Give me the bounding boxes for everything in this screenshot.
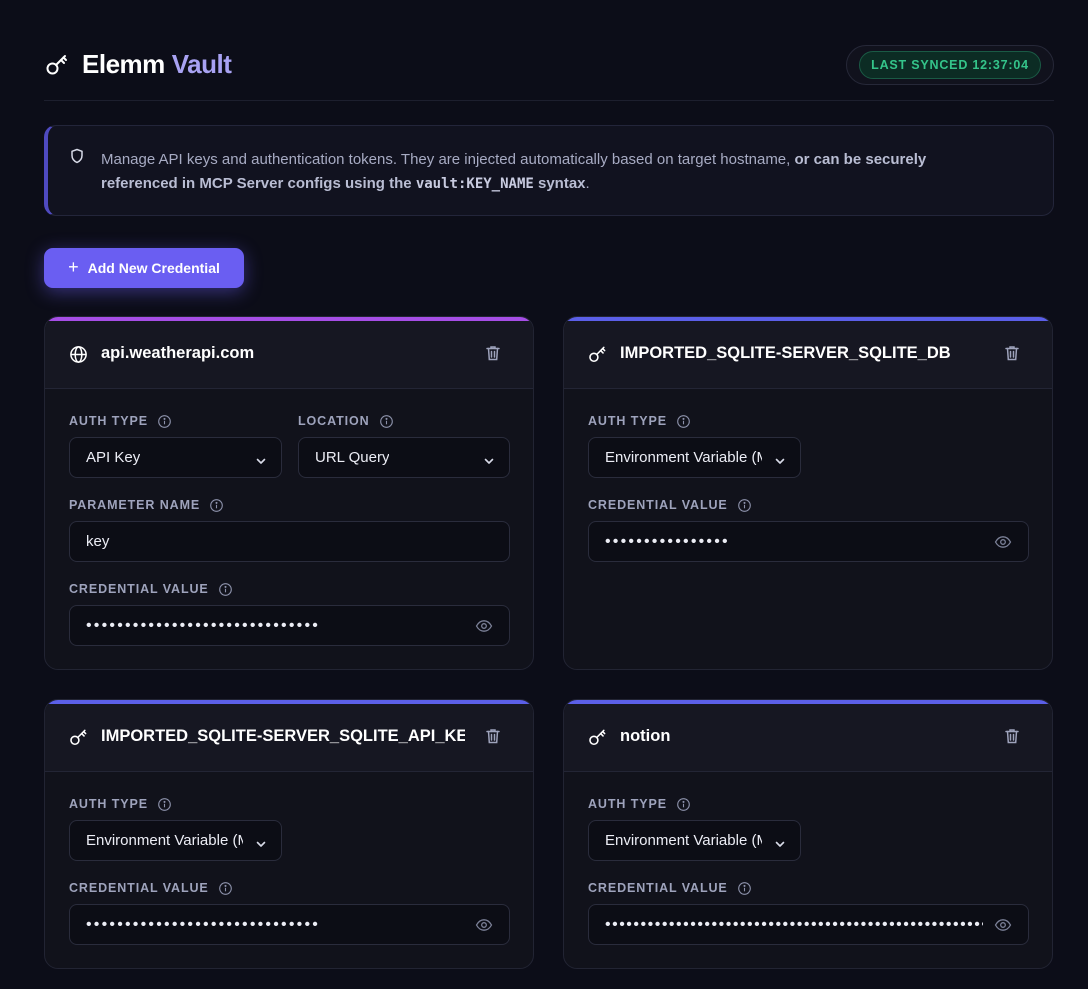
card-header: IMPORTED_SQLITE-SERVER_SQLITE_API_KEY [45, 704, 533, 772]
auth-type-label: AUTH TYPE [69, 414, 171, 428]
credential-title: IMPORTED_SQLITE-SERVER_SQLITE_API_KEY [101, 727, 465, 745]
credential-value-masked: •••••••••••••••••••••••••••••• [86, 915, 321, 933]
card-header: notion [564, 704, 1052, 772]
key-icon [587, 344, 607, 364]
credential-value-label: CREDENTIAL VALUE [588, 498, 751, 512]
auth-type-value: Environment Variable (MCP) [605, 832, 762, 849]
credential-value-label-text: CREDENTIAL VALUE [69, 582, 209, 596]
auth-type-label: AUTH TYPE [588, 797, 690, 811]
auth-type-select[interactable]: API Key [69, 437, 282, 478]
location-label: LOCATION [298, 414, 393, 428]
add-credential-button[interactable]: + Add New Credential [44, 248, 244, 288]
info-notice: Manage API keys and authentication token… [44, 125, 1054, 216]
trash-icon[interactable] [1005, 728, 1021, 746]
auth-type-label-text: AUTH TYPE [588, 414, 667, 428]
auth-type-value: Environment Variable (MCP) [86, 832, 243, 849]
auth-type-select[interactable]: Environment Variable (MCP) [69, 820, 282, 861]
key-icon [587, 727, 607, 747]
notice-text-end: . [585, 175, 590, 192]
trash-icon[interactable] [486, 728, 502, 746]
parameter-name-input[interactable]: key [69, 521, 510, 562]
credential-value-label-text: CREDENTIAL VALUE [588, 881, 728, 895]
auth-type-label-text: AUTH TYPE [69, 797, 148, 811]
credential-value-label: CREDENTIAL VALUE [588, 881, 751, 895]
info-icon[interactable] [158, 797, 171, 811]
brand: Elemm Vault [44, 49, 232, 80]
add-credential-label: Add New Credential [87, 260, 220, 276]
auth-type-select[interactable]: Environment Variable (MCP) [588, 437, 801, 478]
auth-type-label-text: AUTH TYPE [588, 797, 667, 811]
credential-value-input[interactable]: ••••••••••••••••••••••••••••••••••••••••… [588, 904, 1029, 945]
info-icon[interactable] [210, 498, 223, 512]
credential-value-label-text: CREDENTIAL VALUE [588, 498, 728, 512]
auth-type-select[interactable]: Environment Variable (MCP) [588, 820, 801, 861]
card-header: IMPORTED_SQLITE-SERVER_SQLITE_DB [564, 321, 1052, 389]
credential-title: api.weatherapi.com [101, 344, 255, 362]
auth-type-value: Environment Variable (MCP) [605, 449, 762, 466]
location-value: URL Query [315, 449, 390, 466]
notice-text: Manage API keys and authentication token… [101, 148, 1001, 196]
chevron-down-icon [483, 453, 495, 464]
credential-card: IMPORTED_SQLITE-SERVER_SQLITE_API_KEY AU… [44, 699, 534, 969]
trash-icon[interactable] [1005, 345, 1021, 363]
parameter-name-value: key [86, 533, 110, 550]
location-label-text: LOCATION [298, 414, 370, 428]
credential-value-label: CREDENTIAL VALUE [69, 582, 232, 596]
info-icon[interactable] [158, 414, 171, 428]
eye-icon[interactable] [994, 918, 1012, 932]
notice-code: vault:KEY_NAME [415, 176, 534, 192]
credential-card: notion AUTH TYPE Environment Variable (M… [563, 699, 1053, 969]
info-icon[interactable] [379, 414, 393, 428]
eye-icon[interactable] [475, 619, 493, 633]
auth-type-label: AUTH TYPE [69, 797, 171, 811]
info-icon[interactable] [737, 498, 751, 512]
credential-card: IMPORTED_SQLITE-SERVER_SQLITE_DB AUTH TY… [563, 316, 1053, 670]
credential-value-input[interactable]: •••••••••••••••• [588, 521, 1029, 562]
credential-value-label: CREDENTIAL VALUE [69, 881, 232, 895]
info-icon[interactable] [677, 414, 690, 428]
credential-title: IMPORTED_SQLITE-SERVER_SQLITE_DB [620, 344, 951, 362]
parameter-name-label-text: PARAMETER NAME [69, 498, 201, 512]
trash-icon[interactable] [486, 345, 502, 363]
sync-status-container: LAST SYNCED 12:37:04 [846, 45, 1054, 85]
sync-status-badge: LAST SYNCED 12:37:04 [859, 51, 1041, 79]
chevron-down-icon [774, 453, 786, 464]
credential-card: api.weatherapi.com AUTH TYPE LOCATION AP… [44, 316, 534, 670]
app-title: Elemm [82, 49, 165, 79]
app-header: Elemm Vault LAST SYNCED 12:37:04 [44, 40, 1054, 101]
chevron-down-icon [255, 836, 267, 847]
eye-icon[interactable] [994, 535, 1012, 549]
app-title-accent: Vault [171, 49, 232, 79]
plus-icon: + [68, 256, 79, 277]
credential-value-input[interactable]: •••••••••••••••••••••••••••••• [69, 605, 510, 646]
globe-icon [68, 344, 88, 364]
notice-text-bold-end: syntax [533, 175, 586, 192]
credential-value-masked: •••••••••••••••••••••••••••••• [86, 616, 321, 634]
shield-icon [70, 148, 84, 164]
credential-title: notion [620, 727, 671, 745]
info-icon[interactable] [677, 797, 690, 811]
auth-type-label: AUTH TYPE [588, 414, 690, 428]
key-icon [44, 52, 70, 78]
key-icon [68, 727, 88, 747]
credential-value-masked: ••••••••••••••••••••••••••••••••••••••••… [605, 915, 983, 933]
auth-type-value: API Key [86, 449, 141, 466]
notice-text-plain: Manage API keys and authentication token… [101, 151, 795, 168]
credential-value-masked: •••••••••••••••• [605, 532, 730, 550]
chevron-down-icon [255, 453, 267, 464]
eye-icon[interactable] [475, 918, 493, 932]
info-icon[interactable] [218, 582, 232, 596]
chevron-down-icon [774, 836, 786, 847]
info-icon[interactable] [218, 881, 232, 895]
credential-value-input[interactable]: •••••••••••••••••••••••••••••• [69, 904, 510, 945]
location-select[interactable]: URL Query [298, 437, 510, 478]
info-icon[interactable] [737, 881, 751, 895]
card-header: api.weatherapi.com [45, 321, 533, 389]
credential-value-label-text: CREDENTIAL VALUE [69, 881, 209, 895]
parameter-name-label: PARAMETER NAME [69, 498, 223, 512]
auth-type-label-text: AUTH TYPE [69, 414, 148, 428]
